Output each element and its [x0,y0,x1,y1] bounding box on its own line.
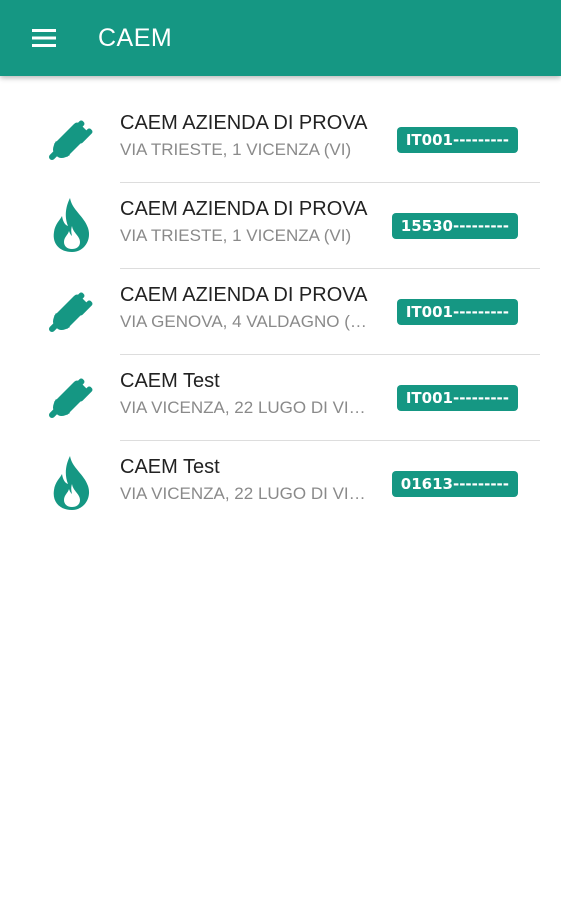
supply-title: CAEM Test [120,370,220,392]
supply-list: CAEM AZIENDA DI PROVA VIA TRIESTE, 1 VIC… [0,97,561,527]
supply-address: VIA TRIESTE, 1 VICENZA (VI) [120,140,352,159]
supply-address: VIA VICENZA, 22 LUGO DI VI… [120,398,366,417]
supply-code-badge: IT001--------- [396,299,518,325]
supply-code-badge: IT001--------- [396,385,518,411]
flame-icon [42,453,102,513]
supply-address: VIA VICENZA, 22 LUGO DI VI… [120,484,366,503]
supply-title: CAEM AZIENDA DI PROVA [120,284,368,306]
plug-icon [42,367,102,427]
supply-title: CAEM AZIENDA DI PROVA [120,198,368,220]
app-bar: CAEM [0,0,561,76]
supply-code-badge: 01613--------- [391,471,518,497]
supply-title: CAEM Test [120,456,220,478]
supply-row[interactable]: CAEM AZIENDA DI PROVA VIA TRIESTE, 1 VIC… [0,183,561,269]
supply-row[interactable]: CAEM AZIENDA DI PROVA VIA GENOVA, 4 VALD… [0,269,561,355]
supply-row[interactable]: CAEM Test VIA VICENZA, 22 LUGO DI VI… 01… [0,441,561,527]
supply-row[interactable]: CAEM Test VIA VICENZA, 22 LUGO DI VI… IT… [0,355,561,441]
supply-address: VIA GENOVA, 4 VALDAGNO (… [120,312,367,331]
app-title: CAEM [98,24,173,52]
plug-icon [42,281,102,341]
hamburger-menu-icon[interactable] [22,18,66,58]
supply-title: CAEM AZIENDA DI PROVA [120,112,368,134]
plug-icon [42,109,102,169]
supply-code-badge: 15530--------- [391,213,518,239]
flame-icon [42,195,102,255]
supply-address: VIA TRIESTE, 1 VICENZA (VI) [120,226,352,245]
supply-row[interactable]: CAEM AZIENDA DI PROVA VIA TRIESTE, 1 VIC… [0,97,561,183]
supply-code-badge: IT001--------- [396,127,518,153]
